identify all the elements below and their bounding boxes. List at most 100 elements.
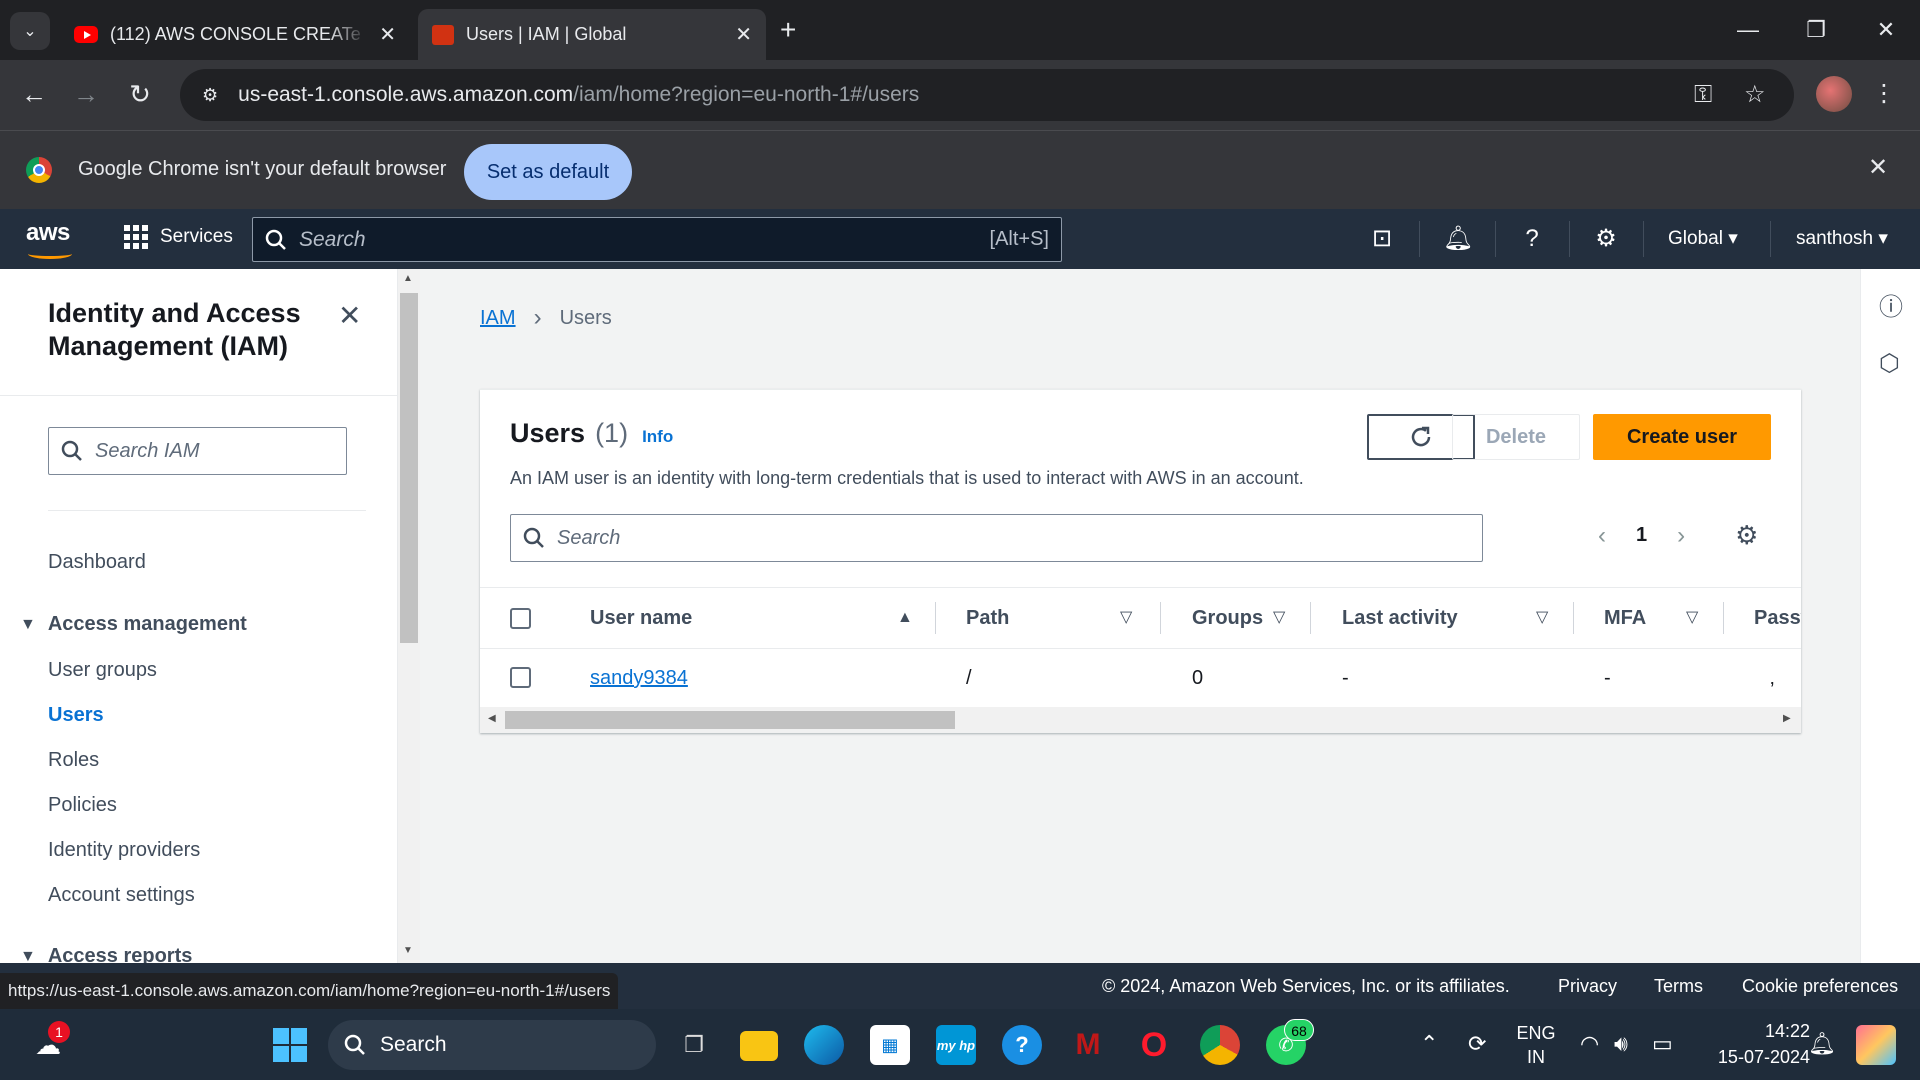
chrome-taskbar-icon[interactable]	[1200, 1025, 1240, 1065]
sort-icon[interactable]: ▽	[1686, 588, 1698, 648]
sidebar-item-dashboard[interactable]: Dashboard	[48, 551, 146, 574]
sync-icon[interactable]: ⟳	[1468, 1031, 1486, 1057]
aws-search-input[interactable]: Search [Alt+S]	[252, 217, 1062, 262]
volume-icon[interactable]: 🔊︎	[1614, 1031, 1628, 1057]
notifications-bell-icon[interactable]: 🔔︎	[1442, 223, 1474, 255]
notification-bell-icon[interactable]: 🔔︎	[1808, 1031, 1836, 1057]
clock-date[interactable]: 15-07-2024	[1700, 1047, 1810, 1068]
users-search-input[interactable]: Search	[510, 514, 1483, 562]
myhp-icon[interactable]: my hp	[936, 1025, 976, 1065]
sort-icon[interactable]: ▽	[1273, 588, 1285, 648]
help-icon[interactable]: ?	[1516, 223, 1548, 255]
scroll-left-icon[interactable]: ◀	[488, 713, 496, 724]
column-header-user-name[interactable]: User name	[590, 588, 692, 648]
user-name-link[interactable]: sandy9384	[590, 649, 688, 707]
restore-icon[interactable]: ❐	[1796, 10, 1836, 50]
breadcrumb-iam-link[interactable]: IAM	[480, 307, 516, 330]
windows-start-icon[interactable]	[270, 1025, 310, 1065]
cloudshell-hex-icon[interactable]: ⬡	[1879, 349, 1900, 378]
edge-icon[interactable]	[804, 1025, 844, 1065]
scrollbar-thumb[interactable]	[505, 711, 955, 729]
region-selector[interactable]: Global ▾	[1668, 227, 1738, 250]
tab-search-chevron-icon[interactable]: ⌄	[10, 12, 50, 50]
close-tab-icon[interactable]: ✕	[735, 22, 752, 47]
opera-icon[interactable]: O	[1134, 1025, 1174, 1065]
profile-avatar[interactable]	[1816, 76, 1852, 112]
password-key-icon[interactable]: ⚿	[1694, 69, 1712, 121]
chrome-menu-icon[interactable]: ⋮	[1872, 74, 1896, 114]
site-info-icon[interactable]: ⚙	[202, 85, 218, 106]
language-indicator[interactable]: ENG	[1516, 1023, 1556, 1044]
column-header-path[interactable]: Path	[966, 588, 1009, 648]
close-tab-icon[interactable]: ✕	[379, 22, 396, 47]
scroll-down-icon[interactable]: ▼	[403, 945, 413, 956]
create-user-button[interactable]: Create user	[1593, 414, 1771, 460]
mcafee-icon[interactable]: M	[1068, 1025, 1108, 1065]
back-icon[interactable]: ←	[14, 74, 54, 114]
close-infobar-icon[interactable]: ✕	[1868, 153, 1888, 182]
row-checkbox[interactable]	[510, 667, 531, 688]
reload-icon[interactable]: ↻	[120, 74, 160, 114]
show-hidden-icons-chevron-icon[interactable]: ⌃	[1420, 1031, 1438, 1057]
region-indicator[interactable]: IN	[1516, 1047, 1556, 1068]
scroll-right-icon[interactable]: ▶	[1783, 713, 1791, 724]
services-menu-button[interactable]: Services	[124, 225, 233, 249]
address-bar[interactable]: ⚙ us-east-1.console.aws.amazon.com/iam/h…	[180, 69, 1794, 121]
sidebar-scrollbar[interactable]: ▲ ▼	[398, 269, 420, 963]
sort-icon[interactable]: ▽	[1536, 588, 1548, 648]
close-sidebar-icon[interactable]: ✕	[338, 299, 361, 332]
scrollbar-thumb[interactable]	[400, 293, 418, 643]
close-window-icon[interactable]: ✕	[1866, 10, 1906, 50]
info-link[interactable]: Info	[642, 427, 673, 447]
next-page-icon[interactable]: ›	[1677, 522, 1685, 550]
settings-gear-icon[interactable]: ⚙	[1590, 223, 1622, 255]
wifi-icon[interactable]: ◠	[1580, 1031, 1599, 1057]
column-header-password-age[interactable]: Password age	[1754, 588, 1801, 648]
column-header-mfa[interactable]: MFA	[1604, 588, 1646, 648]
sidebar-item-user-groups[interactable]: User groups	[48, 659, 157, 682]
new-tab-icon[interactable]: +	[780, 12, 796, 48]
select-all-checkbox[interactable]	[510, 608, 531, 629]
set-as-default-button[interactable]: Set as default	[464, 144, 632, 200]
search-iam-input[interactable]: Search IAM	[48, 427, 347, 475]
footer-terms-link[interactable]: Terms	[1654, 976, 1703, 997]
scroll-up-icon[interactable]: ▲	[403, 273, 413, 284]
info-panel-icon[interactable]: ⓘ	[1879, 287, 1903, 322]
table-horizontal-scrollbar[interactable]: ◀ ▶	[480, 707, 1801, 733]
sidebar-section-access-reports[interactable]: ▼ Access reports	[20, 945, 192, 963]
sidebar-item-identity-providers[interactable]: Identity providers	[48, 839, 200, 862]
footer-privacy-link[interactable]: Privacy	[1558, 976, 1617, 997]
sidebar-item-account-settings[interactable]: Account settings	[48, 884, 195, 907]
clock-time[interactable]: 14:22	[1700, 1021, 1810, 1042]
minimize-icon[interactable]: —	[1728, 10, 1768, 50]
file-explorer-icon[interactable]	[740, 1031, 778, 1061]
sort-ascending-icon[interactable]: ▲	[897, 588, 913, 648]
cloudshell-icon[interactable]: ⊡	[1366, 223, 1398, 255]
microsoft-store-icon[interactable]: ▦	[870, 1025, 910, 1065]
task-view-icon[interactable]: ❐	[674, 1025, 714, 1065]
delete-button[interactable]: Delete	[1452, 414, 1580, 460]
account-menu[interactable]: santhosh ▾	[1796, 227, 1888, 250]
aws-logo[interactable]: aws	[26, 219, 76, 259]
current-page[interactable]: 1	[1636, 524, 1647, 547]
get-help-icon[interactable]: ?	[1002, 1025, 1042, 1065]
browser-tab-iam[interactable]: Users | IAM | Global ✕	[418, 9, 766, 60]
copilot-icon[interactable]	[1856, 1025, 1896, 1065]
sidebar-section-access-management[interactable]: ▼ Access management	[20, 613, 247, 636]
footer-cookie-preferences-link[interactable]: Cookie preferences	[1742, 976, 1898, 997]
bookmark-star-icon[interactable]: ☆	[1744, 69, 1766, 121]
user-mfa: -	[1604, 667, 1611, 689]
battery-icon[interactable]: ▭	[1652, 1031, 1673, 1057]
sidebar-item-roles[interactable]: Roles	[48, 749, 99, 772]
prev-page-icon[interactable]: ‹	[1598, 522, 1606, 550]
column-header-last-activity[interactable]: Last activity	[1342, 588, 1458, 648]
taskbar-search[interactable]: Search	[328, 1020, 656, 1070]
column-header-groups[interactable]: Groups	[1192, 588, 1264, 648]
table-preferences-gear-icon[interactable]: ⚙	[1735, 520, 1758, 551]
sidebar-item-users[interactable]: Users	[48, 704, 104, 727]
browser-tab-youtube[interactable]: (112) AWS CONSOLE CREATe account ✕	[60, 9, 410, 60]
forward-icon[interactable]: →	[66, 74, 106, 114]
url-text[interactable]: us-east-1.console.aws.amazon.com/iam/hom…	[238, 83, 919, 107]
sort-icon[interactable]: ▽	[1120, 588, 1132, 648]
sidebar-item-policies[interactable]: Policies	[48, 794, 117, 817]
